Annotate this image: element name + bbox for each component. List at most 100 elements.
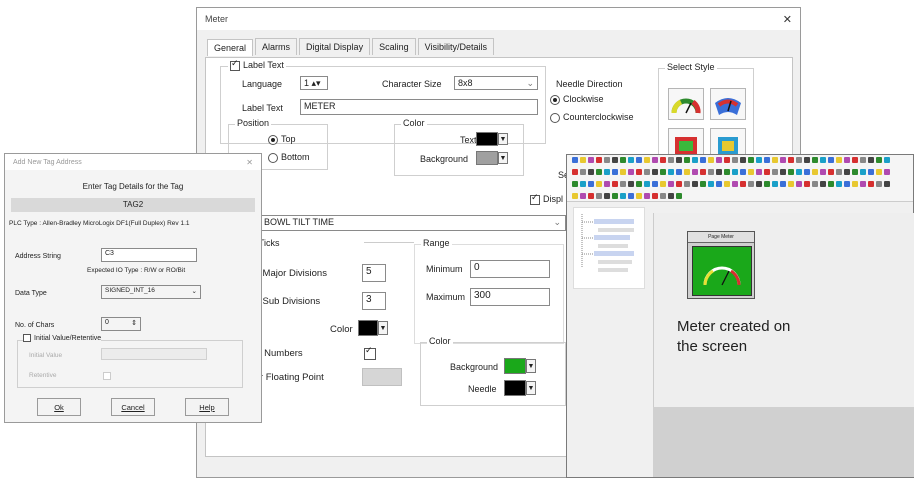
toolbar-icon[interactable] bbox=[796, 169, 802, 175]
toolbar-icon[interactable] bbox=[748, 181, 754, 187]
toolbar-icon[interactable] bbox=[692, 157, 698, 163]
toolbar-icon[interactable] bbox=[612, 181, 618, 187]
toolbar-icon[interactable] bbox=[820, 157, 826, 163]
toolbar-icon[interactable] bbox=[852, 181, 858, 187]
toolbar-icon[interactable] bbox=[700, 181, 706, 187]
toolbar-icon[interactable] bbox=[708, 157, 714, 163]
toolbar-icon[interactable] bbox=[580, 157, 586, 163]
toolbar-icon[interactable] bbox=[860, 181, 866, 187]
toolbar-icon[interactable] bbox=[748, 157, 754, 163]
address-string-input[interactable]: C3 bbox=[101, 248, 197, 262]
toolbar-icon[interactable] bbox=[588, 169, 594, 175]
display-checkbox-row[interactable]: Displ bbox=[530, 192, 563, 205]
toolbar-icon[interactable] bbox=[652, 181, 658, 187]
toolbar-icon[interactable] bbox=[676, 193, 682, 199]
toolbar-icon[interactable] bbox=[684, 181, 690, 187]
toolbar-icon[interactable] bbox=[660, 193, 666, 199]
toolbar-icon[interactable] bbox=[796, 181, 802, 187]
tick-color-swatch[interactable] bbox=[358, 320, 378, 336]
position-top-option[interactable]: Top bbox=[268, 134, 296, 145]
toolbar-icon[interactable] bbox=[604, 181, 610, 187]
toolbar-icon[interactable] bbox=[764, 157, 770, 163]
data-type-select[interactable]: SIGNED_INT_16 ⌄ bbox=[101, 285, 201, 299]
retentive-checkbox[interactable] bbox=[103, 372, 111, 380]
toolbar-icon[interactable] bbox=[740, 169, 746, 175]
toolbar-icon[interactable] bbox=[732, 169, 738, 175]
clockwise-option[interactable]: Clockwise bbox=[550, 94, 604, 105]
toolbar-icon[interactable] bbox=[580, 193, 586, 199]
toolbar-icon[interactable] bbox=[732, 157, 738, 163]
position-bottom-radio[interactable] bbox=[268, 152, 278, 163]
meter-background-swatch[interactable] bbox=[504, 358, 526, 374]
toolbar-icon[interactable] bbox=[804, 169, 810, 175]
toolbar-icon[interactable] bbox=[668, 181, 674, 187]
toolbar-icon[interactable] bbox=[636, 181, 642, 187]
toolbar-icon[interactable] bbox=[756, 157, 762, 163]
toolbar-icon[interactable] bbox=[764, 169, 770, 175]
toolbar-icon[interactable] bbox=[620, 157, 626, 163]
initial-value-input[interactable] bbox=[101, 348, 207, 360]
toolbar-icon[interactable] bbox=[636, 169, 642, 175]
toolbar-icon[interactable] bbox=[764, 181, 770, 187]
toolbar-icon[interactable] bbox=[572, 181, 578, 187]
toolbar-icon[interactable] bbox=[836, 157, 842, 163]
tab-alarms[interactable]: Alarms bbox=[255, 38, 298, 55]
toolbar-icon[interactable] bbox=[700, 157, 706, 163]
toolbar-icon[interactable] bbox=[628, 169, 634, 175]
toolbar-icon[interactable] bbox=[660, 181, 666, 187]
toolbar-icon[interactable] bbox=[708, 181, 714, 187]
toolbar-icon[interactable] bbox=[644, 181, 650, 187]
toolbar-icon[interactable] bbox=[588, 157, 594, 163]
toolbar-icon[interactable] bbox=[604, 169, 610, 175]
toolbar-icon[interactable] bbox=[876, 181, 882, 187]
toolbar-icon[interactable] bbox=[844, 169, 850, 175]
toolbar-icon[interactable] bbox=[884, 169, 890, 175]
counterclockwise-radio[interactable] bbox=[550, 112, 560, 123]
toolbar-icon[interactable] bbox=[772, 169, 778, 175]
toolbar-icon[interactable] bbox=[588, 181, 594, 187]
toolbar-icon[interactable] bbox=[676, 157, 682, 163]
toolbar-icon[interactable] bbox=[692, 181, 698, 187]
toolbar-icon[interactable] bbox=[684, 169, 690, 175]
chevron-down-icon[interactable]: ▼ bbox=[526, 381, 536, 395]
toolbar-icon[interactable] bbox=[644, 193, 650, 199]
meter-style-2-button[interactable] bbox=[710, 88, 746, 120]
toolbar-icon[interactable] bbox=[628, 193, 634, 199]
toolbar-icon[interactable] bbox=[788, 169, 794, 175]
toolbar-icon[interactable] bbox=[652, 193, 658, 199]
toolbar-icon[interactable] bbox=[828, 169, 834, 175]
text-color-swatch[interactable] bbox=[476, 132, 498, 146]
toolbar-icon[interactable] bbox=[852, 157, 858, 163]
toolbar-icon[interactable] bbox=[836, 181, 842, 187]
language-spinner[interactable]: 1 ▴▾ bbox=[300, 76, 328, 90]
toolbar-icon[interactable] bbox=[620, 193, 626, 199]
toolbar-icon[interactable] bbox=[780, 181, 786, 187]
clockwise-radio[interactable] bbox=[550, 94, 560, 105]
toolbar-icon[interactable] bbox=[620, 169, 626, 175]
tick-numbers-checkbox[interactable] bbox=[364, 345, 376, 360]
toolbar-icon[interactable] bbox=[724, 157, 730, 163]
floating-point-input[interactable] bbox=[362, 368, 402, 386]
toolbar-icon[interactable] bbox=[596, 181, 602, 187]
help-button[interactable]: Help bbox=[185, 398, 229, 416]
toolbar-icon[interactable] bbox=[748, 169, 754, 175]
toolbar-icon[interactable] bbox=[732, 181, 738, 187]
major-divisions-input[interactable]: 5 bbox=[362, 264, 386, 282]
toolbar-icon[interactable] bbox=[580, 169, 586, 175]
tab-digital-display[interactable]: Digital Display bbox=[299, 38, 371, 55]
toolbar-icon[interactable] bbox=[724, 181, 730, 187]
toolbar-icon[interactable] bbox=[788, 157, 794, 163]
toolbar-icon[interactable] bbox=[668, 157, 674, 163]
toolbar-icon[interactable] bbox=[740, 157, 746, 163]
toolbar-icon[interactable] bbox=[828, 181, 834, 187]
toolbar-icon[interactable] bbox=[620, 181, 626, 187]
toolbar-icon[interactable] bbox=[660, 157, 666, 163]
display-checkbox[interactable] bbox=[530, 192, 540, 205]
toolbar-icon[interactable] bbox=[644, 157, 650, 163]
toolbar-icon[interactable] bbox=[812, 169, 818, 175]
toolbar-icon[interactable] bbox=[812, 157, 818, 163]
toolbar-icon[interactable] bbox=[876, 157, 882, 163]
toolbar-icon[interactable] bbox=[772, 181, 778, 187]
toolbar-icon[interactable] bbox=[572, 169, 578, 175]
chevron-down-icon[interactable]: ▼ bbox=[378, 321, 388, 335]
